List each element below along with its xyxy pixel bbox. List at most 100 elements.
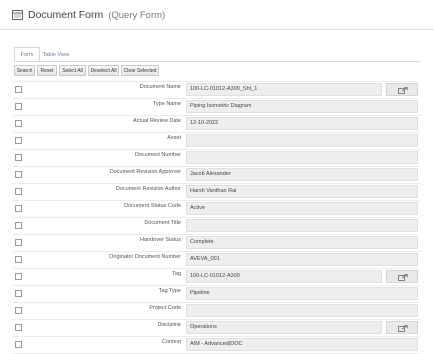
row-divider [12, 285, 420, 286]
tab-divider [14, 61, 420, 62]
field-row: Context AIM - Advanced|DOC [0, 336, 434, 353]
field-row: Asset [0, 132, 434, 149]
row-divider [12, 115, 420, 116]
field-checkbox[interactable] [15, 273, 22, 280]
title-bar: Document Form (Query Form) [0, 0, 434, 30]
field-label: Project Code [149, 305, 181, 311]
field-checkbox[interactable] [15, 290, 22, 297]
page-title: Document Form (Query Form) [28, 9, 165, 21]
field-row: Type Name Piping Isometric Diagram [0, 98, 434, 115]
open-link-icon [398, 274, 408, 281]
row-divider [12, 268, 420, 269]
field-label: Document Number [134, 152, 181, 158]
field-value-input[interactable] [186, 304, 418, 317]
field-row: Discipline Operations [0, 319, 434, 336]
page-subtitle: (Query Form) [108, 10, 166, 21]
field-value-input[interactable] [186, 151, 418, 164]
lookup-button[interactable] [386, 83, 418, 96]
page-title-text: Document Form [28, 9, 104, 21]
row-divider [12, 234, 420, 235]
field-label: Document Status Code [124, 203, 181, 209]
open-link-icon [398, 87, 408, 94]
row-divider [12, 81, 420, 82]
field-value-input[interactable]: AIM - Advanced|DOC [186, 338, 418, 351]
field-checkbox[interactable] [15, 171, 22, 178]
field-checkbox[interactable] [15, 307, 22, 314]
field-row: Handover Status Complete [0, 234, 434, 251]
row-divider [12, 132, 420, 133]
field-checkbox[interactable] [15, 222, 22, 229]
form-icon [12, 10, 23, 20]
field-value-input[interactable]: Pipeline [186, 287, 418, 300]
field-checkbox[interactable] [15, 86, 22, 93]
row-divider [12, 336, 420, 337]
field-label: Document Name [139, 84, 181, 90]
field-row: Project Code [0, 302, 434, 319]
field-label: Document Revision Author [115, 186, 181, 192]
field-checkbox[interactable] [15, 324, 22, 331]
select-all-button[interactable]: Select All [59, 65, 86, 76]
field-checkbox[interactable] [15, 137, 22, 144]
field-value-input[interactable]: 100-LC-01012-A309_Sht_1 [186, 83, 382, 96]
document-form-page: Document Form (Query Form) Form View Tab… [0, 0, 434, 354]
field-row: Tag Type Pipeline [0, 285, 434, 302]
field-checkbox[interactable] [15, 205, 22, 212]
field-label: Type Name [152, 101, 181, 107]
reset-button[interactable]: Reset [37, 65, 57, 76]
field-row: Document Status Code Active [0, 200, 434, 217]
search-button[interactable]: Search [14, 65, 35, 76]
row-divider [12, 149, 420, 150]
field-label: Tag [172, 271, 181, 277]
field-row: Document Number [0, 149, 434, 166]
field-value-input[interactable]: Jacob Alexander [186, 168, 418, 181]
field-row: Originator Document Number AVEVA_001 [0, 251, 434, 268]
field-value-input[interactable]: AVEVA_001 [186, 253, 418, 266]
field-value-input[interactable]: 100-LC-01012-A309 [186, 270, 382, 283]
field-value-input[interactable] [186, 219, 418, 232]
field-label: Tag Type [158, 288, 181, 294]
field-value-input[interactable]: 12-10-2022 [186, 117, 418, 130]
tab-form-view[interactable]: Form View [14, 47, 40, 72]
field-row: Document Title [0, 217, 434, 234]
open-link-icon [398, 325, 408, 332]
field-value-input[interactable]: Complete [186, 236, 418, 249]
tab-table-view[interactable]: Table View [41, 47, 71, 61]
field-label: Originator Document Number [109, 254, 181, 260]
field-checkbox[interactable] [15, 341, 22, 348]
field-label: Handover Status [140, 237, 181, 243]
field-label: Asset [167, 135, 181, 141]
field-label: Context [162, 339, 181, 345]
field-checkbox[interactable] [15, 103, 22, 110]
row-divider [12, 200, 420, 201]
clear-selected-button[interactable]: Clear Selected [121, 65, 159, 76]
row-divider [12, 217, 420, 218]
field-label: Actual Review Date [133, 118, 181, 124]
lookup-button[interactable] [386, 270, 418, 283]
row-divider [12, 302, 420, 303]
row-divider [12, 319, 420, 320]
field-row: Document Revision Approver Jacob Alexande… [0, 166, 434, 183]
lookup-button[interactable] [386, 321, 418, 334]
deselect-all-button[interactable]: Deselect All [88, 65, 119, 76]
field-value-input[interactable]: Operations [186, 321, 382, 334]
field-value-input[interactable]: Piping Isometric Diagram [186, 100, 418, 113]
field-value-input[interactable]: Active [186, 202, 418, 215]
field-value-input[interactable] [186, 134, 418, 147]
field-checkbox[interactable] [15, 256, 22, 263]
field-checkbox[interactable] [15, 120, 22, 127]
field-label: Document Revision Approver [109, 169, 181, 175]
row-divider [12, 251, 420, 252]
field-checkbox[interactable] [15, 188, 22, 195]
field-row: Actual Review Date 12-10-2022 [0, 115, 434, 132]
field-value-input[interactable]: Harsh Vardhan Rai [186, 185, 418, 198]
field-checkbox[interactable] [15, 154, 22, 161]
field-label: Discipline [157, 322, 181, 328]
field-checkbox[interactable] [15, 239, 22, 246]
row-divider [12, 98, 420, 99]
field-label: Document Title [144, 220, 181, 226]
row-divider [12, 166, 420, 167]
field-row: Document Name 100-LC-01012-A309_Sht_1 [0, 81, 434, 98]
row-divider [12, 183, 420, 184]
field-row: Document Revision Author Harsh Vardhan Ra… [0, 183, 434, 200]
field-row: Tag 100-LC-01012-A309 [0, 268, 434, 285]
